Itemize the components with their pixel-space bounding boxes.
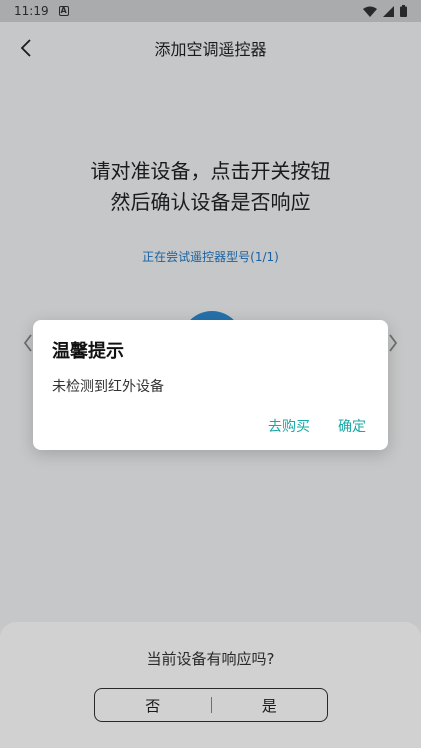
- buy-button[interactable]: 去购买: [268, 416, 310, 436]
- confirm-button[interactable]: 确定: [338, 416, 366, 436]
- dialog-actions: 去购买 确定: [268, 416, 366, 436]
- dialog-title: 温馨提示: [52, 341, 124, 362]
- tip-dialog: 温馨提示 未检测到红外设备 去购买 确定: [33, 320, 388, 450]
- dialog-message: 未检测到红外设备: [52, 379, 164, 395]
